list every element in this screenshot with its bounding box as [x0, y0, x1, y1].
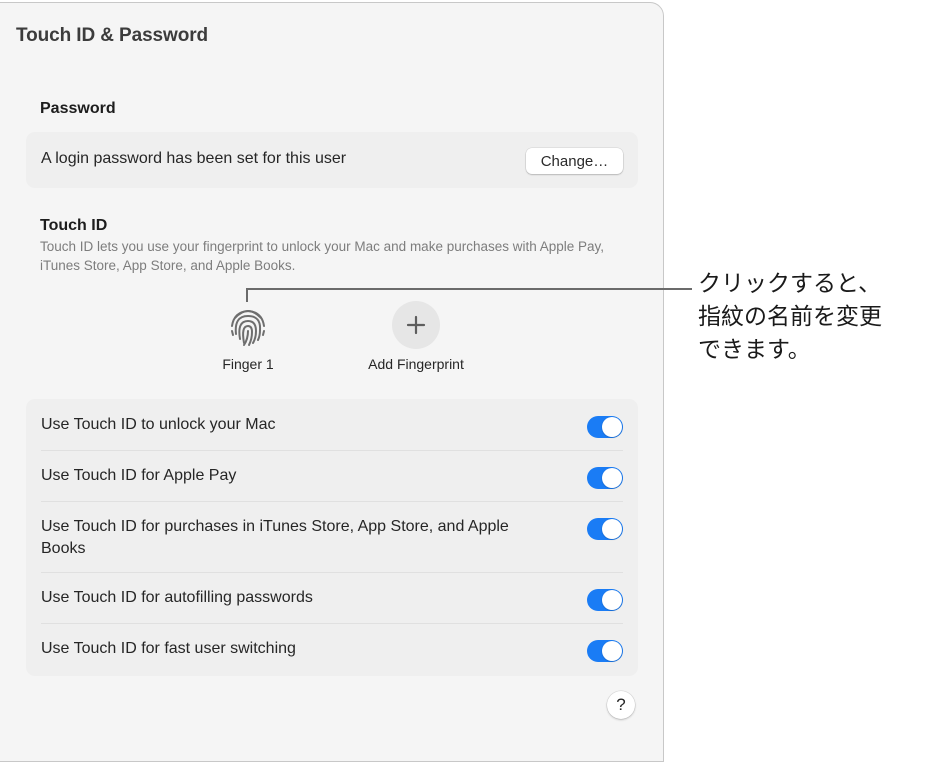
password-card: A login password has been set for this u…	[26, 132, 638, 188]
toggle-knob	[602, 468, 622, 488]
option-row-fast-user-switching: Use Touch ID for fast user switching	[41, 624, 623, 676]
callout-text: クリックすると、 指紋の名前を変更 できます。	[698, 271, 882, 363]
plus-icon	[406, 315, 426, 335]
fingerprint-finger-1[interactable]: Finger 1	[213, 304, 283, 372]
option-label: Use Touch ID for purchases in iTunes Sto…	[41, 518, 509, 557]
password-section-title: Password	[40, 100, 116, 117]
toggle-knob	[602, 641, 622, 661]
toggle-knob	[602, 590, 622, 610]
option-row-unlock-mac: Use Touch ID to unlock your Mac	[41, 399, 623, 451]
option-row-purchases: Use Touch ID for purchases in iTunes Sto…	[41, 502, 623, 573]
apple-pay-toggle[interactable]	[587, 467, 623, 489]
window-title: Touch ID & Password	[16, 25, 208, 46]
option-row-autofill: Use Touch ID for autofilling passwords	[41, 573, 623, 624]
purchases-toggle[interactable]	[587, 518, 623, 540]
toggle-knob	[602, 417, 622, 437]
option-label: Use Touch ID for autofilling passwords	[41, 589, 313, 606]
change-password-button[interactable]: Change…	[526, 148, 623, 174]
add-fingerprint-label: Add Fingerprint	[368, 356, 464, 372]
callout-leader-horizontal	[246, 288, 692, 290]
fingerprint-label: Finger 1	[222, 356, 274, 372]
toggle-knob	[602, 519, 622, 539]
touch-id-description: Touch ID lets you use your fingerprint t…	[40, 239, 605, 273]
fast-user-switching-toggle[interactable]	[587, 640, 623, 662]
option-label: Use Touch ID to unlock your Mac	[41, 416, 276, 433]
add-fingerprint-circle[interactable]	[392, 301, 440, 349]
touch-id-section-title: Touch ID	[40, 217, 108, 234]
help-button[interactable]: ?	[607, 691, 635, 719]
add-fingerprint-button[interactable]: Add Fingerprint	[356, 301, 476, 372]
callout-leader-vertical	[246, 288, 248, 302]
autofill-passwords-toggle[interactable]	[587, 589, 623, 611]
password-status-text: A login password has been set for this u…	[41, 150, 347, 167]
fingerprint-icon	[231, 309, 265, 346]
unlock-mac-toggle[interactable]	[587, 416, 623, 438]
option-row-apple-pay: Use Touch ID for Apple Pay	[41, 451, 623, 502]
option-label: Use Touch ID for fast user switching	[41, 640, 296, 657]
option-label: Use Touch ID for Apple Pay	[41, 467, 237, 484]
touch-id-options-card: Use Touch ID to unlock your Mac Use Touc…	[26, 399, 638, 676]
